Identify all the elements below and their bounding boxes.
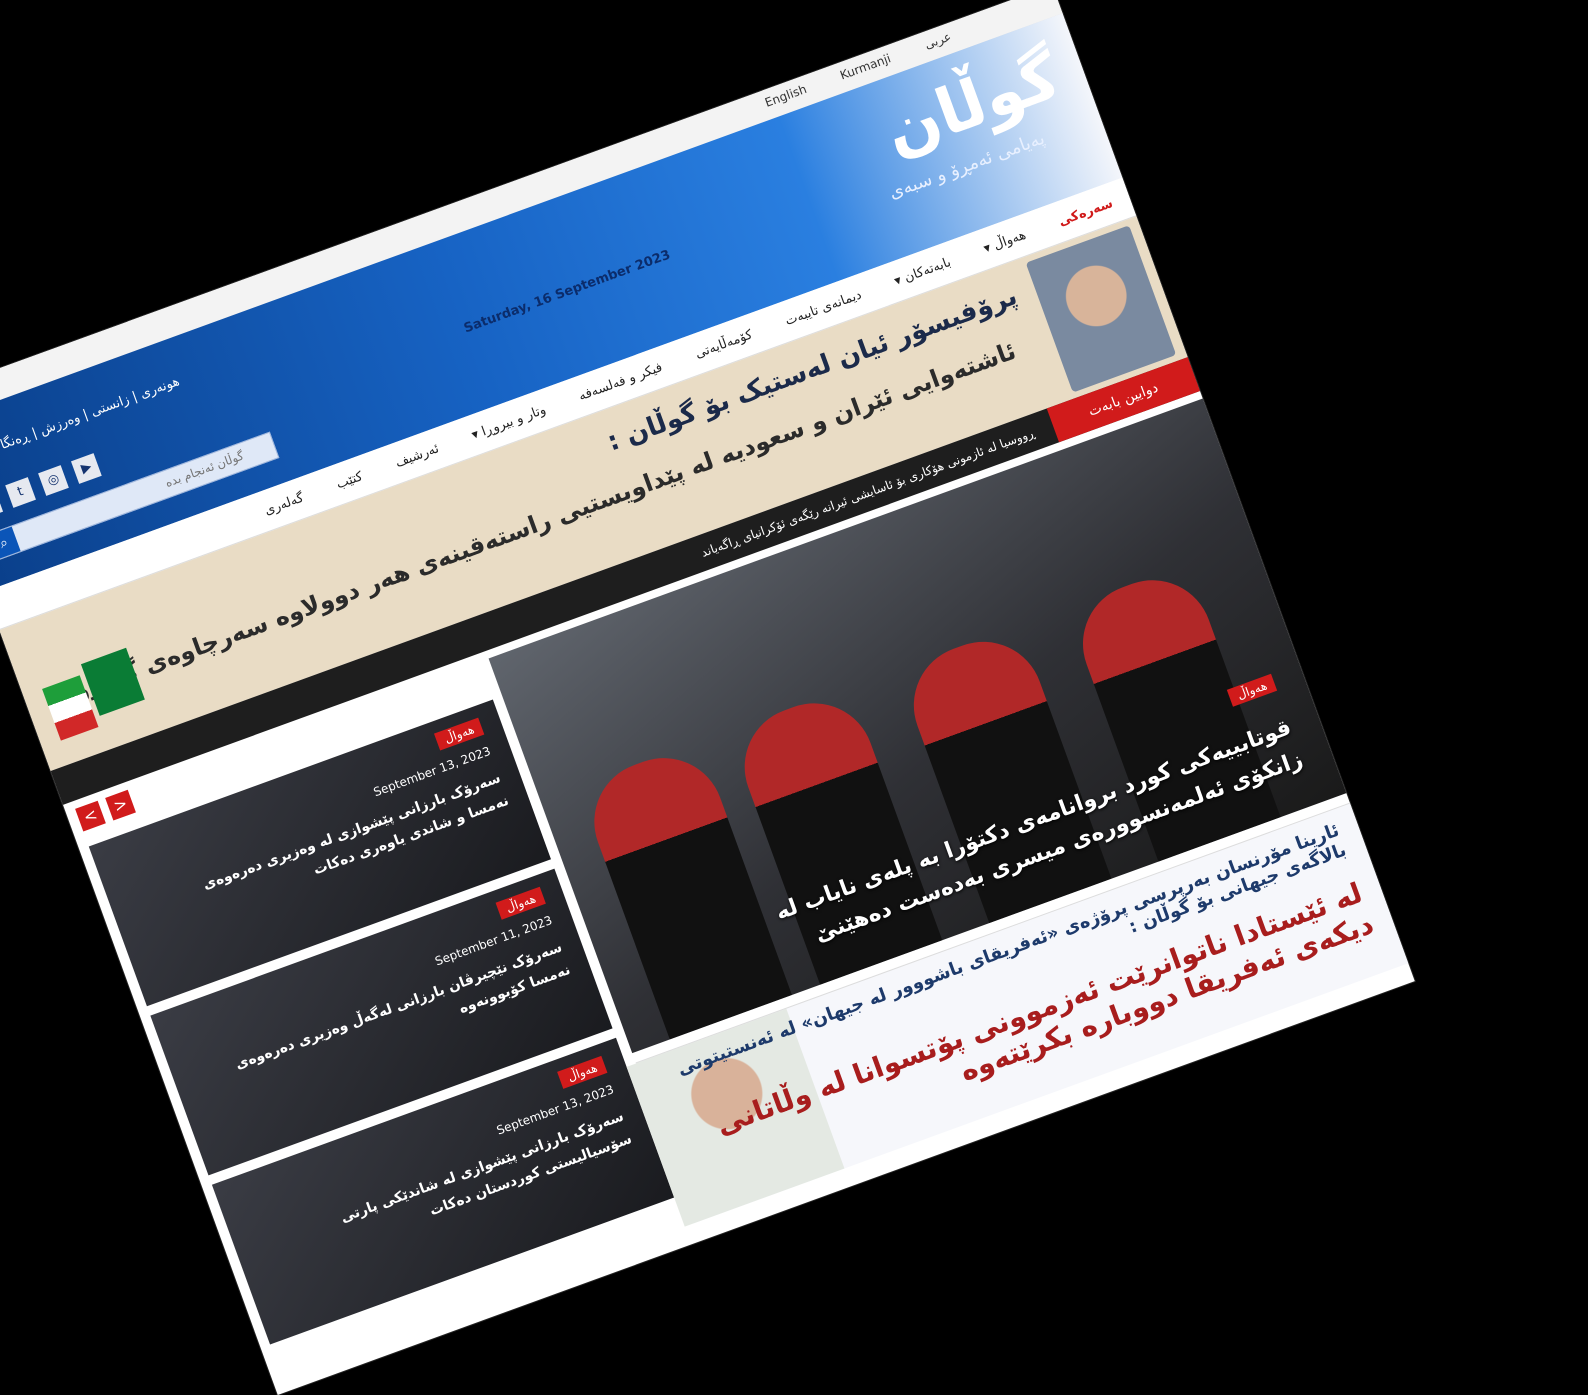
category-badge[interactable]: هەواڵ bbox=[557, 1055, 608, 1089]
twitter-icon[interactable]: t bbox=[5, 477, 37, 508]
lang-english[interactable]: English bbox=[763, 82, 809, 110]
category-badge[interactable]: هەواڵ bbox=[1227, 673, 1278, 707]
professor-portrait bbox=[1025, 225, 1177, 393]
facebook-icon[interactable]: f bbox=[0, 489, 4, 520]
instagram-icon[interactable]: ◎ bbox=[38, 465, 70, 496]
next-arrow-icon[interactable]: > bbox=[105, 789, 137, 821]
lang-arabic[interactable]: عربی bbox=[923, 29, 953, 51]
webpage-screenshot: English Kurmanji عربی گوڵان پەیامی ئەمڕۆ… bbox=[0, 0, 1415, 1395]
current-date: Saturday, 16 September 2023 bbox=[461, 247, 673, 337]
item-title[interactable]: سەرۆک بارزانی پێشوازی لە شاندێکی پارتی س… bbox=[281, 1105, 636, 1273]
category-badge[interactable]: هەواڵ bbox=[434, 717, 485, 751]
youtube-icon[interactable]: ▶ bbox=[71, 453, 103, 484]
prev-arrow-icon[interactable]: < bbox=[75, 800, 106, 832]
nav-item-books[interactable]: کتێب bbox=[317, 462, 381, 498]
category-badge[interactable]: هەواڵ bbox=[495, 886, 546, 920]
